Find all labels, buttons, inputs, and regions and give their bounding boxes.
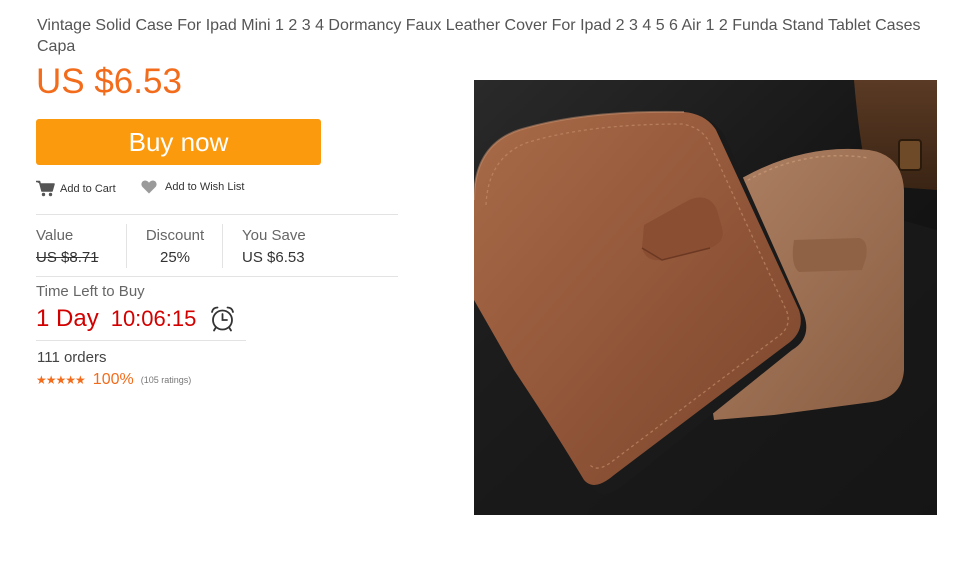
buy-now-button[interactable]: Buy now xyxy=(36,119,321,165)
divider xyxy=(36,276,398,277)
cart-icon xyxy=(36,180,55,197)
value-stat: Value US $8.71 xyxy=(36,227,99,268)
divider xyxy=(36,340,246,341)
divider xyxy=(222,224,223,268)
divider xyxy=(126,224,127,268)
add-to-wish-list-label: Add to Wish List xyxy=(165,181,245,193)
discount-label: Discount xyxy=(145,227,205,244)
time-left-label: Time Left to Buy xyxy=(36,283,145,300)
rating-count[interactable]: (105 ratings) xyxy=(141,375,192,385)
add-to-wish-list-link[interactable]: Add to Wish List xyxy=(141,180,244,194)
add-to-cart-link[interactable]: Add to Cart xyxy=(36,180,116,197)
alarm-clock-icon xyxy=(209,305,236,337)
add-to-cart-label: Add to Cart xyxy=(60,182,116,195)
value-label: Value xyxy=(36,227,74,244)
countdown-clock: 10:06:15 xyxy=(110,306,197,331)
order-count: 111 orders xyxy=(37,349,107,366)
product-price: US $6.53 xyxy=(36,62,182,101)
discount-value: 25% xyxy=(159,249,191,266)
discount-stat: Discount 25% xyxy=(145,227,205,268)
rating-percent: 100% xyxy=(92,371,134,388)
you-save-stat: You Save US $6.53 xyxy=(242,227,306,268)
rating-stars: ★★★★★ xyxy=(36,373,86,387)
divider xyxy=(36,214,398,215)
you-save-value: US $6.53 xyxy=(242,249,305,266)
you-save-label: You Save xyxy=(242,227,306,244)
countdown-days: 1 Day xyxy=(36,305,99,332)
countdown-timer: 1 Day 10:06:15 xyxy=(36,305,196,333)
product-image[interactable] xyxy=(474,80,937,515)
original-price: US $8.71 xyxy=(36,249,99,266)
heart-icon xyxy=(141,180,157,194)
product-title: Vintage Solid Case For Ipad Mini 1 2 3 4… xyxy=(37,17,921,55)
rating-summary: ★★★★★ 100% (105 ratings) xyxy=(36,371,191,389)
